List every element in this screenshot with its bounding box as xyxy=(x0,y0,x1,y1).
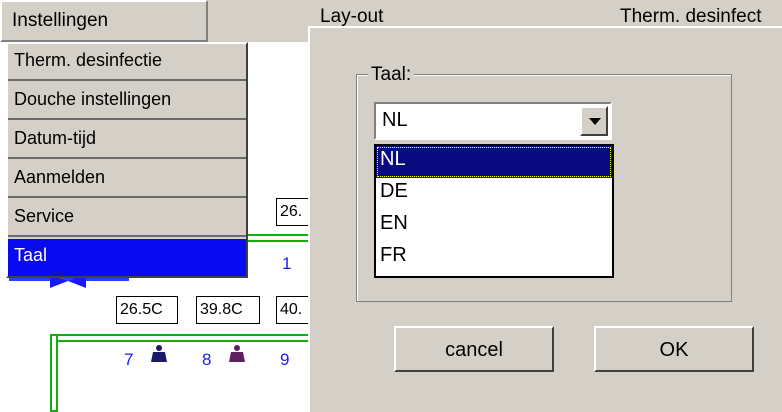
language-option-fr[interactable]: FR xyxy=(376,242,612,274)
language-select[interactable]: NL xyxy=(374,102,612,140)
menu-item-douche-instellingen[interactable]: Douche instellingen xyxy=(8,83,246,120)
layout-tab[interactable]: Lay-out xyxy=(320,6,383,28)
language-option-en[interactable]: EN xyxy=(376,210,612,242)
language-option-de[interactable]: DE xyxy=(376,178,612,210)
menu-item-label: Aanmelden xyxy=(14,167,106,187)
menu-item-label: Datum-tijd xyxy=(14,128,97,148)
point-number: 7 xyxy=(124,350,134,369)
pipe-horizontal-lower xyxy=(50,334,316,342)
language-option-nl[interactable]: NL xyxy=(376,146,612,178)
temp-value: 39.8C xyxy=(196,296,260,324)
menu-item-label: Taal xyxy=(14,245,48,265)
menu-item-therm-desinfectie[interactable]: Therm. desinfectie xyxy=(8,44,246,81)
cancel-button[interactable]: cancel xyxy=(394,326,554,372)
shower-icon[interactable] xyxy=(228,344,246,364)
pipe-vertical xyxy=(50,334,58,412)
temp-value: 26.5C xyxy=(116,296,178,324)
point-number: 1 xyxy=(282,254,292,273)
menu-item-service[interactable]: Service xyxy=(8,200,246,237)
chevron-down-icon xyxy=(589,118,601,125)
menu-item-label: Service xyxy=(14,206,75,226)
point-number: 8 xyxy=(202,350,212,369)
pipe-horizontal xyxy=(246,234,316,242)
menu-item-label: Douche instellingen xyxy=(14,89,172,109)
taal-group-title: Taal: xyxy=(368,64,415,86)
language-dialog: Taal: NL NL DE EN FR cancel OK xyxy=(308,26,782,412)
instellingen-menu-button[interactable]: Instellingen xyxy=(0,0,208,42)
instellingen-label: Instellingen xyxy=(12,10,109,31)
menu-item-datum-tijd[interactable]: Datum-tijd xyxy=(8,122,246,159)
language-options-list[interactable]: NL DE EN FR xyxy=(374,144,614,278)
shower-icon[interactable] xyxy=(150,344,168,364)
point-number: 9 xyxy=(280,350,290,369)
ok-button[interactable]: OK xyxy=(594,326,754,372)
language-select-value: NL xyxy=(382,109,408,131)
menu-item-taal[interactable]: Taal xyxy=(8,239,246,276)
dropdown-button[interactable] xyxy=(580,106,608,136)
instellingen-dropdown: Therm. desinfectie Douche instellingen D… xyxy=(6,42,248,278)
therm-desinfect-tab[interactable]: Therm. desinfect xyxy=(620,6,762,28)
menu-item-label: Therm. desinfectie xyxy=(14,50,163,70)
menu-item-aanmelden[interactable]: Aanmelden xyxy=(8,161,246,198)
